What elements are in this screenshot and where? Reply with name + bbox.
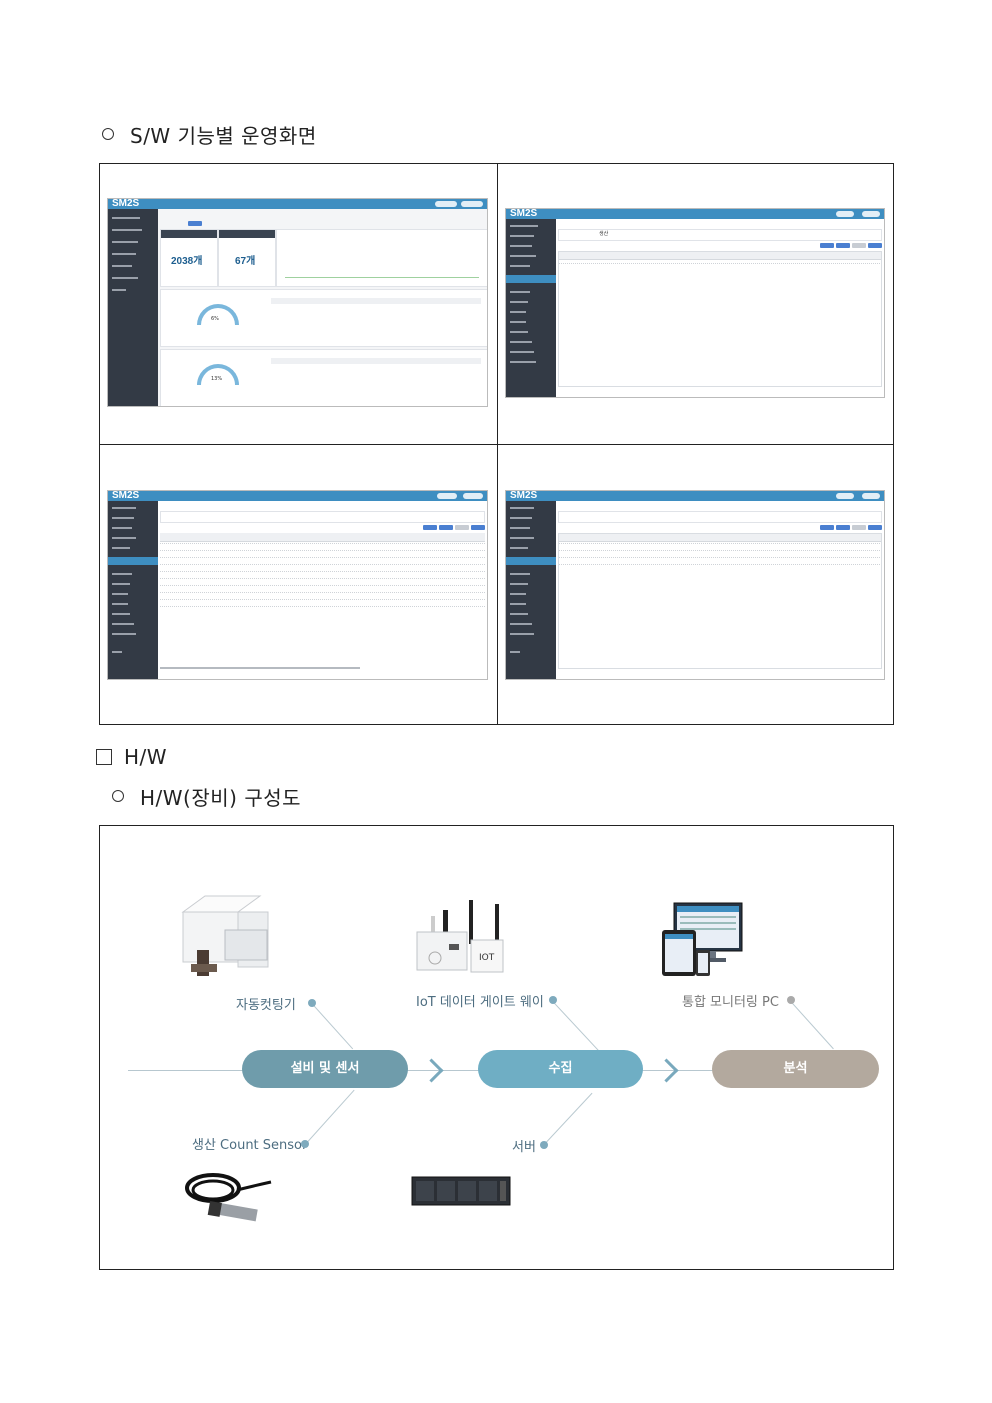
stage-label: 분석 xyxy=(783,1061,808,1076)
sw-heading-text: S/W 기능별 운영화면 xyxy=(130,124,317,148)
sw-heading: S/W 기능별 운영화면 xyxy=(102,120,317,149)
hw-subheading-text: H/W(장비) 구성도 xyxy=(140,786,302,810)
bullet-icon xyxy=(102,128,114,140)
device-label-cutter: 자동컷팅기 xyxy=(236,998,296,1013)
list-screenshot: SM2S 생산 xyxy=(505,208,885,398)
dot-icon xyxy=(787,996,795,1004)
stage-label: 설비 및 센서 xyxy=(290,1061,360,1076)
stage-label: 수집 xyxy=(548,1061,573,1076)
checkbox-icon xyxy=(96,749,112,765)
dot-icon xyxy=(301,1140,309,1148)
dot-icon xyxy=(549,996,557,1004)
device-label-server: 서버 xyxy=(512,1140,536,1155)
dot-icon xyxy=(540,1141,548,1149)
product-count: 2038개 xyxy=(171,256,203,267)
dot-icon xyxy=(308,999,316,1007)
sm2s-logo: SM2S xyxy=(112,490,140,501)
sm2s-logo: SM2S xyxy=(510,490,538,501)
screenshot-grid: SM2S 2038개 67개 6% 13% SM2S 생산 SM2S SM2S xyxy=(99,163,894,725)
sm2s-logo: SM2S xyxy=(112,198,140,209)
auto-cutter-image xyxy=(181,895,269,976)
table-screenshot-1: SM2S xyxy=(107,490,488,680)
device-label-sensor: 생산 Count Sensor xyxy=(192,1138,308,1153)
dashboard-screenshot: SM2S 2038개 67개 6% 13% xyxy=(107,198,488,407)
equipment-count: 67개 xyxy=(235,256,256,267)
monitoring-pc-image xyxy=(662,902,743,976)
stage-analysis: 분석 xyxy=(712,1050,879,1088)
table-screenshot-2: SM2S xyxy=(505,490,885,680)
hw-subheading: H/W(장비) 구성도 xyxy=(112,782,301,811)
bullet-icon xyxy=(112,790,124,802)
hw-heading: H/W xyxy=(96,745,167,769)
server-image xyxy=(411,1176,511,1206)
hw-heading-text: H/W xyxy=(124,745,168,769)
sm2s-logo: SM2S xyxy=(510,208,538,219)
device-label-gateway: IoT 데이터 게이트 웨이 xyxy=(416,995,544,1010)
stage-collection: 수집 xyxy=(478,1050,643,1088)
device-label-monitor: 통합 모니터링 PC xyxy=(682,995,779,1010)
filter-value: 생산 xyxy=(599,231,609,237)
stage-equipment-sensor: 설비 및 센서 xyxy=(242,1050,408,1088)
gateway-badge: IOT xyxy=(479,953,495,963)
iot-gateway-image: IOT xyxy=(416,900,504,973)
gauge-value-1: 6% xyxy=(211,316,219,322)
gauge-value-2: 13% xyxy=(211,376,223,382)
count-sensor-image xyxy=(185,1173,272,1222)
